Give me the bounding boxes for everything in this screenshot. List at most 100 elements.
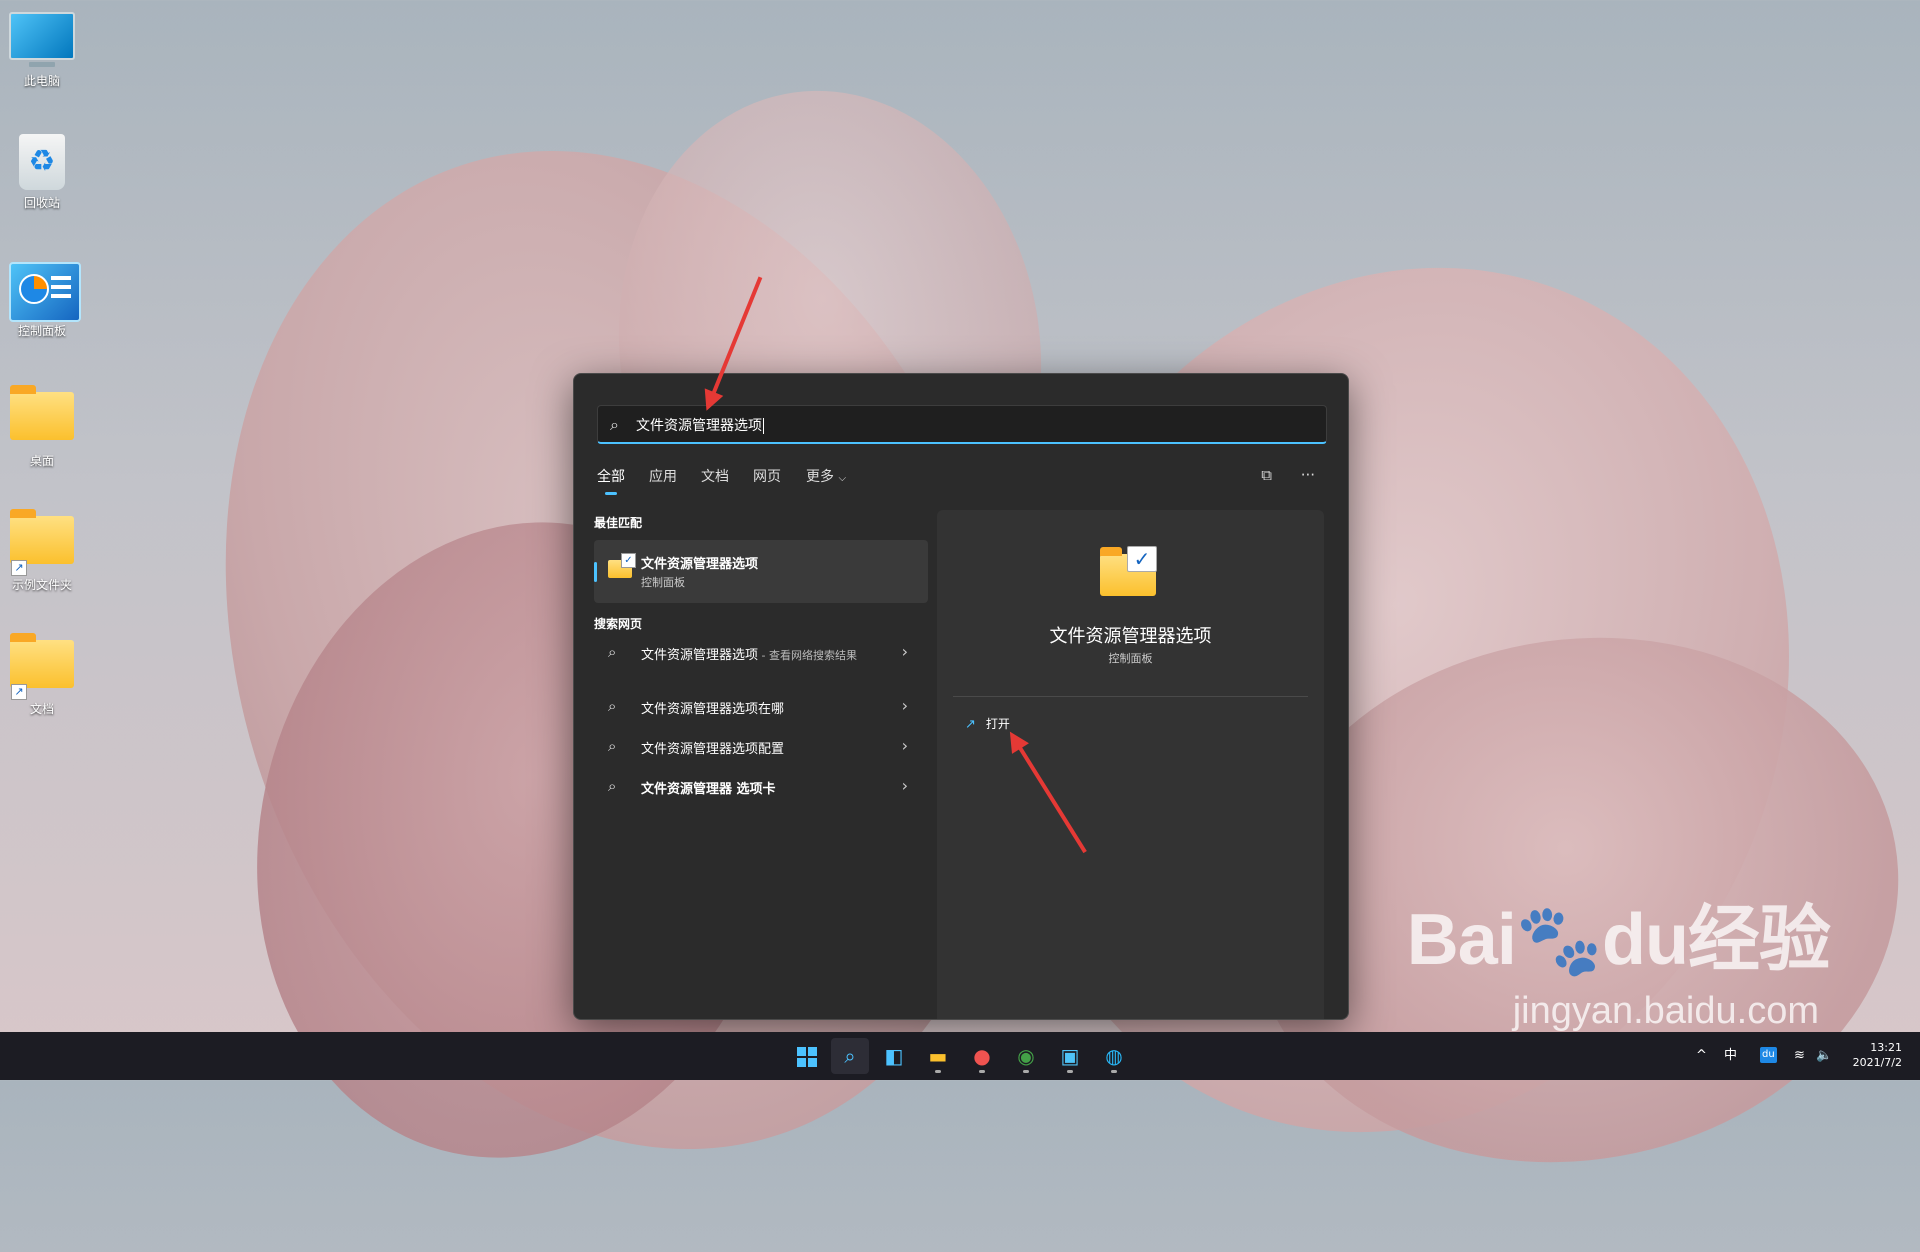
wifi-icon[interactable]: ≋ [1794, 1032, 1805, 1080]
desktop-icon-label: 回收站 [23, 196, 60, 210]
taskbar-app-globe[interactable]: ◍ [1095, 1038, 1133, 1074]
desktop-icon-desktop-folder[interactable]: 桌面 [6, 385, 78, 469]
selection-indicator [594, 562, 597, 582]
search-icon: ⌕ [608, 643, 617, 661]
running-indicator [1067, 1070, 1073, 1073]
taskbar-app-colorful[interactable]: ● [963, 1038, 1001, 1074]
share-icon[interactable]: ⧉ [1261, 466, 1272, 484]
watermark-cn: 经验 [1687, 900, 1831, 980]
tab-documents[interactable]: 文档 [701, 466, 729, 486]
tab-more[interactable]: 更多 ⌵ [806, 466, 846, 486]
shortcut-arrow-icon: ↗ [11, 560, 27, 576]
preview-subtitle: 控制面板 [1108, 652, 1153, 665]
web-result-item[interactable]: ⌕ 文件资源管理器选项配置 › [594, 727, 928, 767]
chrome-icon: ◉ [1017, 1044, 1035, 1068]
open-label: 打开 [985, 717, 1010, 731]
web-result-item[interactable]: ⌕ 文件资源管理器选项在哪 › [594, 687, 928, 727]
search-icon: ⌕ [608, 737, 617, 755]
tab-all[interactable]: 全部 [597, 466, 625, 495]
taskbar-search-button[interactable]: ⌕ [831, 1038, 869, 1074]
desktop-icon-sample-folder[interactable]: ↗ 示例文件夹 [6, 509, 78, 593]
web-result-text: 文件资源管理器选项 [641, 648, 759, 663]
shortcut-arrow-icon: ↗ [11, 684, 27, 700]
recycle-bin-icon [9, 134, 75, 190]
checkmark-icon: ✓ [621, 553, 636, 568]
web-result-text: 文件资源管理器 选项卡 [641, 782, 776, 797]
taskbar-widgets-button[interactable]: ◧ [875, 1038, 913, 1074]
clock-time: 13:21 [1870, 1041, 1902, 1054]
windows-logo-icon [797, 1047, 817, 1067]
colorful-app-icon: ● [973, 1044, 991, 1068]
watermark-brand2: du [1602, 900, 1689, 980]
file-explorer-icon: ▬ [928, 1044, 948, 1068]
web-result-text: 文件资源管理器选项配置 [641, 742, 785, 757]
web-result-item[interactable]: ⌕ 文件资源管理器选项 - 查看网络搜索结果 › [594, 633, 928, 687]
taskbar-chrome[interactable]: ◉ [1007, 1038, 1045, 1074]
tab-web[interactable]: 网页 [753, 466, 781, 486]
folder-icon: ↗ [9, 633, 75, 700]
tab-more-label: 更多 [806, 469, 834, 485]
desktop-icon-recycle-bin[interactable]: 回收站 [6, 134, 78, 211]
search-tabs: 全部 应用 文档 网页 更多 ⌵ ⧉ ··· [597, 466, 1325, 496]
tab-apps[interactable]: 应用 [649, 466, 677, 486]
best-match-name: 文件资源管理器选项 [641, 557, 759, 572]
text-caret [763, 418, 764, 434]
running-indicator [1111, 1070, 1117, 1073]
chevron-right-icon: › [901, 642, 908, 661]
clock[interactable]: 13:21 2021/7/2 [1853, 1040, 1902, 1070]
tray-chevron-up-icon[interactable]: ^ [1696, 1032, 1707, 1080]
watermark-brand: Bai [1406, 900, 1517, 980]
globe-icon: ◍ [1105, 1044, 1123, 1068]
monitor-icon [9, 12, 75, 68]
preview-pane: ✓ 文件资源管理器选项 控制面板 ↗ 打开 [937, 510, 1324, 1019]
desktop-icon-label: 此电脑 [23, 74, 60, 88]
web-result-item[interactable]: ⌕ 文件资源管理器 选项卡 › [594, 767, 928, 807]
search-icon: ⌕ [608, 777, 617, 795]
desktop-icon-label: 文档 [29, 702, 54, 716]
best-match-item[interactable]: ✓ 文件资源管理器选项 控制面板 [594, 540, 928, 603]
results-list: 最佳匹配 ✓ 文件资源管理器选项 控制面板 搜索网页 ⌕ 文件资源管理器选项 -… [594, 514, 928, 807]
preview-title: 文件资源管理器选项 [1049, 626, 1212, 647]
watermark-url: jingyan.baidu.com [1512, 990, 1819, 1032]
web-search-heading: 搜索网页 [594, 617, 643, 631]
ime-indicator[interactable]: 中 [1724, 1032, 1737, 1080]
chevron-right-icon: › [901, 736, 908, 755]
web-result-sub: - 查看网络搜索结果 [758, 649, 857, 662]
running-indicator [979, 1070, 985, 1073]
search-icon: ⌕ [608, 697, 617, 715]
volume-icon[interactable]: 🔈 [1816, 1032, 1832, 1080]
web-result-text: 文件资源管理器选项在哪 [641, 702, 785, 717]
desktop-icon-label: 示例文件夹 [11, 578, 72, 592]
desktop-icon-documents[interactable]: ↗ 文档 [6, 633, 78, 717]
best-match-sub: 控制面板 [641, 576, 685, 589]
search-query: 文件资源管理器选项 [636, 418, 762, 434]
folder-icon: ↗ [9, 509, 75, 576]
taskbar-file-explorer[interactable]: ▬ [919, 1038, 957, 1074]
running-indicator [935, 1070, 941, 1073]
search-flyout: ⌕ 文件资源管理器选项 全部 应用 文档 网页 更多 ⌵ ⧉ ··· 最佳匹配 … [573, 373, 1349, 1020]
paw-icon: 🐾 [1515, 901, 1603, 979]
clock-date: 2021/7/2 [1852, 1056, 1902, 1069]
folder-icon [9, 385, 75, 448]
desktop-icon-this-pc[interactable]: 此电脑 [6, 12, 78, 89]
checkmark-icon: ✓ [1127, 546, 1157, 572]
search-icon: ⌕ [610, 415, 619, 434]
more-options-button[interactable]: ··· [1301, 466, 1315, 484]
search-icon: ⌕ [844, 1044, 856, 1068]
divider [953, 696, 1308, 697]
open-button[interactable]: ↗ 打开 [965, 715, 1010, 732]
open-external-icon: ↗ [965, 717, 976, 732]
chevron-down-icon: ⌵ [838, 473, 847, 484]
best-match-heading: 最佳匹配 [594, 516, 643, 530]
desktop-icon-label: 控制面板 [17, 324, 66, 338]
start-button[interactable] [787, 1038, 825, 1074]
desktop-icon-label: 桌面 [29, 454, 54, 468]
baidu-watermark: Bai🐾du经验 [1406, 880, 1831, 985]
control-panel-icon [9, 262, 81, 322]
widgets-icon: ◧ [884, 1044, 904, 1068]
control-panel-icon: ▣ [1060, 1044, 1080, 1068]
desktop-icon-control-panel[interactable]: 控制面板 [6, 262, 81, 339]
taskbar-control-panel[interactable]: ▣ [1051, 1038, 1089, 1074]
baidu-tray-icon[interactable]: du [1760, 1047, 1777, 1063]
chevron-right-icon: › [901, 696, 908, 715]
